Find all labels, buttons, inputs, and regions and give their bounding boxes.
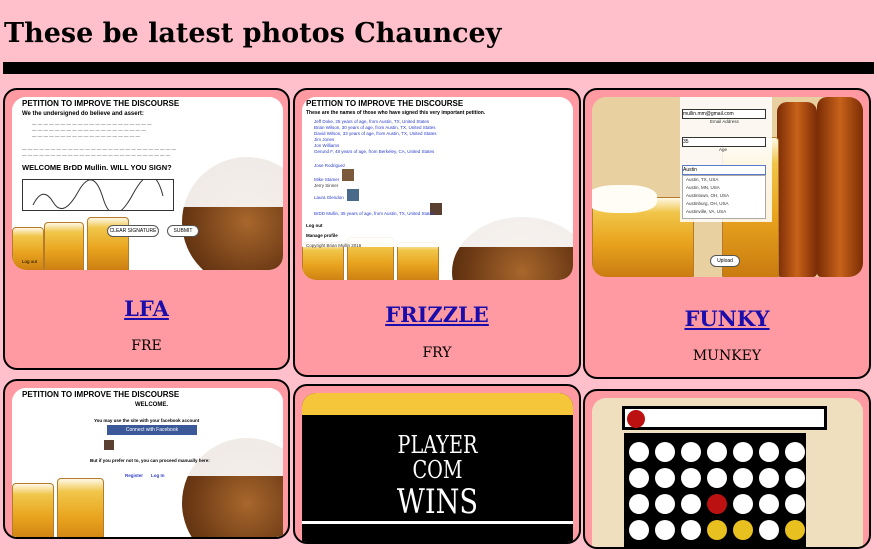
player-token-icon xyxy=(627,410,645,428)
suggestion-item[interactable]: Austinburg, OH, USA xyxy=(686,201,729,206)
photo-link[interactable]: FUNKY xyxy=(585,306,869,331)
photo-thumbnail[interactable]: PETITION TO IMPROVE THE DISCOURSE We the… xyxy=(12,97,283,270)
petition-heading: PETITION TO IMPROVE THE DISCOURSE xyxy=(22,99,180,108)
signer-name[interactable]: Gerund F, 48 years of age, from Berkeley… xyxy=(314,149,434,154)
signer-name[interactable]: Laura Glendon xyxy=(314,195,344,200)
logout-link[interactable]: Log out xyxy=(22,259,37,264)
profile-form-screenshot: mullin.mm@gmail.com Email Address 35 Age… xyxy=(592,97,863,277)
signer-name[interactable]: Jeff Doke, 25 years of age, from Austin,… xyxy=(314,119,429,124)
login-welcome: WELCOME. xyxy=(135,402,168,408)
signer-name: Jerry Sinner xyxy=(314,183,339,188)
game-result-line: WINS xyxy=(396,482,479,522)
petition-screenshot: PETITION TO IMPROVE THE DISCOURSE We the… xyxy=(12,97,283,270)
photo-card: PLAYER COM WINS xyxy=(293,384,581,544)
signer-name[interactable]: Jon Williams xyxy=(314,143,339,148)
photo-caption: MUNKEY xyxy=(692,348,762,364)
signer-name[interactable]: Jose Rodriguez xyxy=(314,163,345,168)
suggestion-item[interactable]: Austin, MN, USA xyxy=(686,185,720,190)
signer-name[interactable]: Brian Wilson, 30 years of age, from Aust… xyxy=(314,125,435,130)
photo-thumbnail[interactable]: PETITION TO IMPROVE THE DISCOURSE WELCOM… xyxy=(12,388,283,537)
score-bar xyxy=(622,406,827,430)
login-link[interactable]: Log In xyxy=(151,473,165,478)
photo-card-lfa: PETITION TO IMPROVE THE DISCOURSE We the… xyxy=(3,88,290,370)
photo-card xyxy=(583,389,871,549)
login-heading: PETITION TO IMPROVE THE DISCOURSE xyxy=(22,390,180,399)
yellow-banner xyxy=(302,393,573,415)
city-suggestions: Austin, TX, USA Austin, MN, USA Austinto… xyxy=(682,175,766,219)
photo-caption: FRE xyxy=(131,338,162,354)
petition-subheading: We the undersigned do believe and assert… xyxy=(22,111,144,117)
photo-card: PETITION TO IMPROVE THE DISCOURSE WELCOM… xyxy=(3,379,290,539)
photo-thumbnail[interactable]: PETITION TO IMPROVE THE DISCOURSE These … xyxy=(302,97,573,280)
facebook-button-label: Connect with Facebook xyxy=(125,427,179,433)
upload-button[interactable]: Upload xyxy=(710,255,740,267)
page-title: These be latest photos Chauncey xyxy=(4,18,502,49)
suggestion-item[interactable]: Austinville, VA, USA xyxy=(686,209,726,214)
photo-caption: FRY xyxy=(422,345,452,361)
login-screenshot: PETITION TO IMPROVE THE DISCOURSE WELCOM… xyxy=(12,388,283,537)
signer-name[interactable]: Mike Stamer xyxy=(314,177,339,182)
signers-subheading: These are the names of those who have si… xyxy=(306,110,486,116)
signer-name[interactable]: Jim Jones xyxy=(314,137,334,142)
age-field[interactable]: 35 xyxy=(682,137,766,147)
suggestion-item[interactable]: Austin, TX, USA xyxy=(686,177,718,182)
photo-link[interactable]: LFA xyxy=(5,296,288,321)
facebook-login-button[interactable]: Connect with Facebook xyxy=(107,425,197,435)
photo-thumbnail[interactable] xyxy=(592,398,863,547)
signature-box[interactable] xyxy=(22,175,174,214)
email-label: Email Address xyxy=(710,119,739,124)
age-label: Age xyxy=(719,147,728,152)
divider-bar xyxy=(3,62,874,74)
copyright-text: Copyright Brian Mullin 2016 xyxy=(306,243,362,248)
signers-heading: PETITION TO IMPROVE THE DISCOURSE xyxy=(306,99,464,108)
manual-text: But if you prefer not to, you can procee… xyxy=(90,458,210,463)
manage-profile-link[interactable]: Manage profile xyxy=(306,233,338,238)
logout-link[interactable]: Log out xyxy=(306,223,323,228)
register-link[interactable]: Register xyxy=(125,473,143,478)
photo-card-frizzle: PETITION TO IMPROVE THE DISCOURSE These … xyxy=(293,88,581,377)
suggestion-item[interactable]: Austintown, OH, USA xyxy=(686,193,729,198)
photo-card-funky: mullin.mm@gmail.com Email Address 35 Age… xyxy=(583,88,871,379)
clear-signature-button[interactable]: CLEAR SIGNATURE xyxy=(107,225,159,237)
game-result-line: COM xyxy=(412,456,463,484)
city-field[interactable]: Austin xyxy=(682,165,766,175)
petition-welcome: WELCOME BrDD Mullin. WILL YOU SIGN? xyxy=(22,163,172,172)
signers-screenshot: PETITION TO IMPROVE THE DISCOURSE These … xyxy=(302,97,573,280)
photo-link[interactable]: FRIZZLE xyxy=(295,302,579,327)
photo-thumbnail[interactable]: PLAYER COM WINS xyxy=(302,393,573,542)
photo-thumbnail[interactable]: mullin.mm@gmail.com Email Address 35 Age… xyxy=(592,97,863,277)
submit-button[interactable]: SUBMIT xyxy=(167,225,199,237)
signer-name[interactable]: BrDD Mullin, 35 years of age, from Austi… xyxy=(314,211,434,216)
email-field[interactable]: mullin.mm@gmail.com xyxy=(682,109,766,119)
game-result-line: PLAYER xyxy=(397,431,478,459)
signer-name[interactable]: David Wilson, 33 years of age, from Aust… xyxy=(314,131,436,136)
facebook-text: You may use the site with your facebook … xyxy=(94,418,200,423)
